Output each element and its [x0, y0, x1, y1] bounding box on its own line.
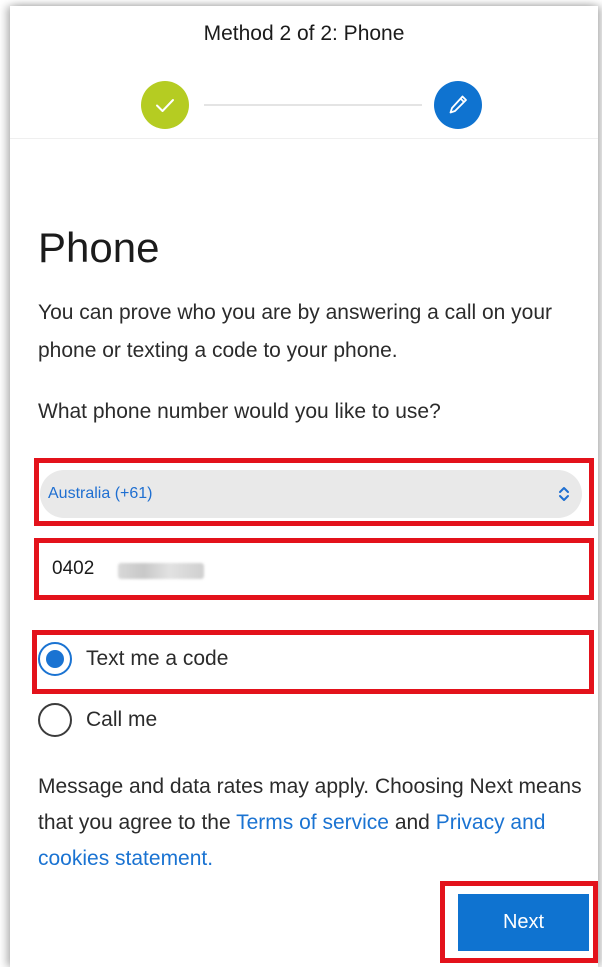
terms-disclaimer: Message and data rates may apply. Choosi…	[38, 769, 598, 877]
step-completed-indicator	[141, 81, 189, 129]
country-code-select[interactable]: Australia (+61)	[40, 470, 582, 518]
option-text-me-a-code[interactable]: Text me a code	[38, 642, 438, 682]
redacted-digits	[118, 563, 204, 579]
country-select-value: Australia (+61)	[48, 485, 153, 502]
terms-of-service-link[interactable]: Terms of service	[236, 811, 389, 834]
progress-header: Method 2 of 2: Phone	[10, 6, 598, 139]
chevron-updown-icon	[559, 487, 569, 501]
radio-checked-icon[interactable]	[38, 642, 72, 676]
disclaimer-and: and	[394, 811, 430, 834]
method-progress-title: Method 2 of 2: Phone	[203, 22, 405, 45]
next-button[interactable]: Next	[458, 894, 589, 951]
check-icon	[156, 99, 174, 112]
option-label: Text me a code	[86, 647, 229, 670]
step-current-indicator	[434, 81, 482, 129]
page-title: Phone	[38, 224, 160, 272]
radio-unchecked-icon[interactable]	[38, 703, 72, 737]
phone-number-question: What phone number would you like to use?	[38, 400, 441, 423]
step-connector	[204, 104, 422, 106]
option-call-me[interactable]: Call me	[38, 703, 338, 743]
option-label: Call me	[86, 708, 158, 731]
method-description: You can prove who you are by answering a…	[38, 301, 553, 362]
phone-screen: Method 2 of 2: Phone Phone You can prove…	[10, 6, 598, 967]
screenshot-frame: Method 2 of 2: Phone Phone You can prove…	[0, 0, 602, 967]
pencil-icon	[449, 95, 467, 114]
